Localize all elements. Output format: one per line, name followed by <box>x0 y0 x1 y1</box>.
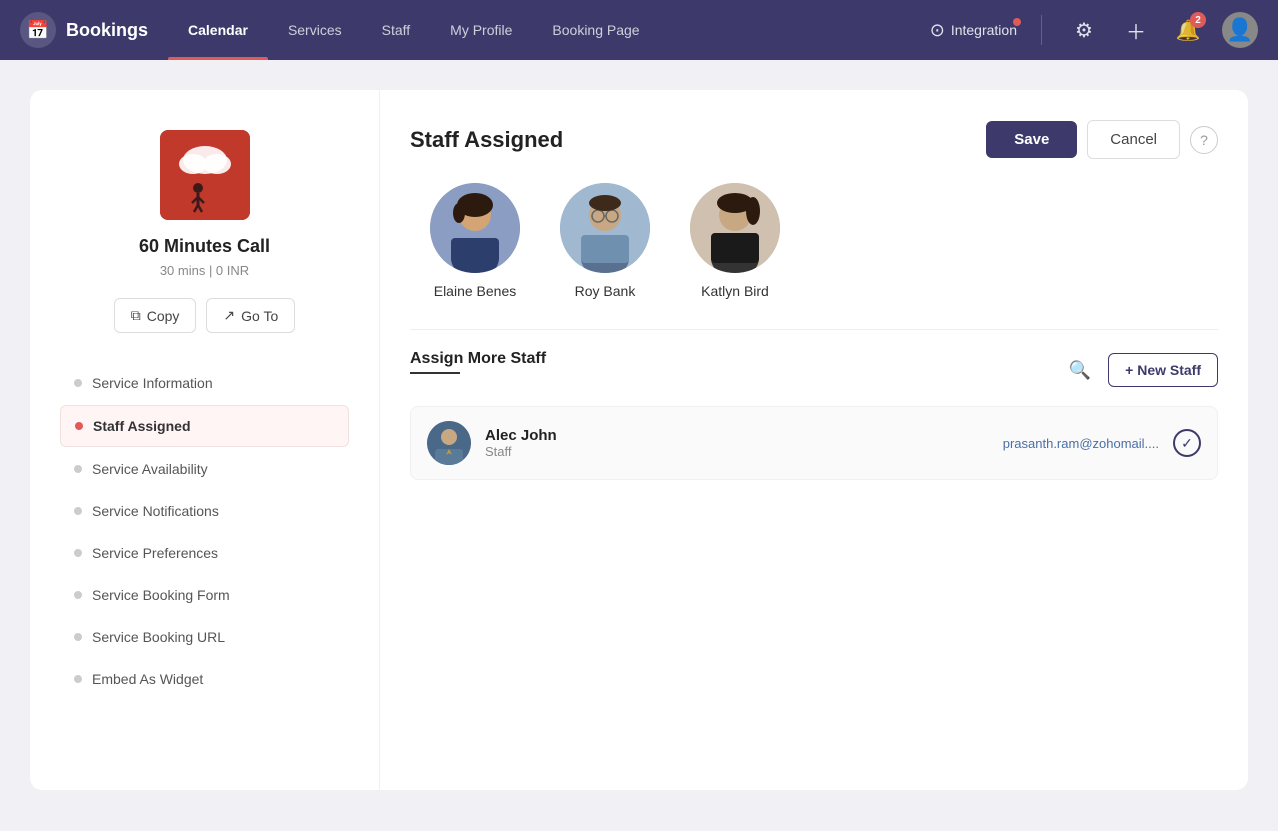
header-right: ⊙ Integration ⚙ ＋ 🔔 2 👤 <box>930 12 1258 48</box>
nav-item-bookingpage[interactable]: Booking Page <box>532 0 659 60</box>
dot-icon <box>74 675 82 683</box>
dot-icon-active <box>75 422 83 430</box>
notification-badge: 2 <box>1190 12 1206 28</box>
staff-name-katlyn: Katlyn Bird <box>701 283 769 299</box>
staff-name-roy: Roy Bank <box>575 283 636 299</box>
panel-header: Staff Assigned Save Cancel ? <box>410 120 1218 159</box>
goto-button[interactable]: ↗ Go To <box>206 298 295 333</box>
main-content: 60 Minutes Call 30 mins | 0 INR ⧉ Copy ↗… <box>0 60 1278 820</box>
search-button[interactable]: 🔍 <box>1062 352 1098 388</box>
dot-icon <box>74 633 82 641</box>
assign-title-wrapper: Assign More Staff <box>410 350 1062 390</box>
new-staff-button[interactable]: + New Staff <box>1108 353 1218 387</box>
assign-title-underline <box>410 372 460 374</box>
nav-item-staff[interactable]: Staff <box>362 0 431 60</box>
dot-icon <box>74 591 82 599</box>
goto-icon: ↗ <box>223 307 235 324</box>
staff-list-email: prasanth.ram@zohomail.... <box>1003 436 1159 451</box>
service-image <box>160 130 250 220</box>
alec-avatar-img <box>427 421 471 465</box>
staff-list-info: Alec John Staff <box>485 427 1003 459</box>
service-illustration <box>160 130 250 220</box>
staff-list-role: Staff <box>485 444 1003 459</box>
assign-more-section: Assign More Staff 🔍 + New Staff <box>410 329 1218 480</box>
header-divider <box>1041 15 1042 45</box>
cancel-button[interactable]: Cancel <box>1087 120 1180 159</box>
nav-item-services[interactable]: Services <box>268 0 362 60</box>
staff-avatar-item: Elaine Benes <box>430 183 520 299</box>
katlyn-avatar-img <box>690 183 780 273</box>
dot-icon <box>74 379 82 387</box>
notifications-button[interactable]: 🔔 2 <box>1170 12 1206 48</box>
sidebar-item-service-booking-url[interactable]: Service Booking URL <box>60 617 349 657</box>
staff-avatar-item: Katlyn Bird <box>690 183 780 299</box>
sidebar-item-service-notifications[interactable]: Service Notifications <box>60 491 349 531</box>
elaine-avatar-img <box>430 183 520 273</box>
sidebar-item-service-preferences[interactable]: Service Preferences <box>60 533 349 573</box>
sidebar-item-service-availability[interactable]: Service Availability <box>60 449 349 489</box>
main-nav: Calendar Services Staff My Profile Booki… <box>168 0 930 60</box>
service-actions: ⧉ Copy ↗ Go To <box>60 298 349 333</box>
sidebar-item-embed-as-widget[interactable]: Embed As Widget <box>60 659 349 699</box>
staff-avatar-katlyn <box>690 183 780 273</box>
staff-list-name: Alec John <box>485 427 1003 444</box>
settings-button[interactable]: ⚙ <box>1066 12 1102 48</box>
nav-item-calendar[interactable]: Calendar <box>168 0 268 60</box>
nav-item-myprofile[interactable]: My Profile <box>430 0 532 60</box>
assigned-staff-list: Elaine Benes <box>410 183 1218 299</box>
integration-icon: ⊙ <box>930 20 945 41</box>
sidebar-menu: Service Information Staff Assigned Servi… <box>60 363 349 699</box>
logo-icon: 📅 <box>20 12 56 48</box>
left-panel: 60 Minutes Call 30 mins | 0 INR ⧉ Copy ↗… <box>30 90 380 790</box>
app-name: Bookings <box>66 20 148 41</box>
staff-avatar-roy <box>560 183 650 273</box>
integration-button[interactable]: ⊙ Integration <box>930 20 1017 41</box>
help-button[interactable]: ? <box>1190 126 1218 154</box>
save-button[interactable]: Save <box>986 121 1077 158</box>
app-header: 📅 Bookings Calendar Services Staff My Pr… <box>0 0 1278 60</box>
staff-avatar-item: Roy Bank <box>560 183 650 299</box>
avatar[interactable]: 👤 <box>1222 12 1258 48</box>
staff-list-item: Alec John Staff prasanth.ram@zohomail...… <box>410 406 1218 480</box>
dot-icon <box>74 507 82 515</box>
panel-title: Staff Assigned <box>410 127 986 153</box>
copy-button[interactable]: ⧉ Copy <box>114 298 197 333</box>
assign-more-title: Assign More Staff <box>410 350 1062 368</box>
content-card: 60 Minutes Call 30 mins | 0 INR ⧉ Copy ↗… <box>30 90 1248 790</box>
sidebar-item-service-info[interactable]: Service Information <box>60 363 349 403</box>
service-title: 60 Minutes Call <box>60 236 349 257</box>
staff-name-elaine: Elaine Benes <box>434 283 517 299</box>
staff-avatar-elaine <box>430 183 520 273</box>
roy-avatar-img <box>560 183 650 273</box>
staff-check-button[interactable]: ✓ <box>1173 429 1201 457</box>
copy-icon: ⧉ <box>131 307 141 324</box>
integration-dot <box>1013 18 1021 26</box>
app-logo[interactable]: 📅 Bookings <box>20 12 148 48</box>
add-button[interactable]: ＋ <box>1118 12 1154 48</box>
sidebar-item-staff-assigned[interactable]: Staff Assigned <box>60 405 349 447</box>
staff-list-avatar-alec <box>427 421 471 465</box>
service-meta: 30 mins | 0 INR <box>60 263 349 278</box>
assign-header: Assign More Staff 🔍 + New Staff <box>410 350 1218 390</box>
right-panel: Staff Assigned Save Cancel ? <box>380 90 1248 790</box>
dot-icon <box>74 549 82 557</box>
dot-icon <box>74 465 82 473</box>
sidebar-item-service-booking-form[interactable]: Service Booking Form <box>60 575 349 615</box>
